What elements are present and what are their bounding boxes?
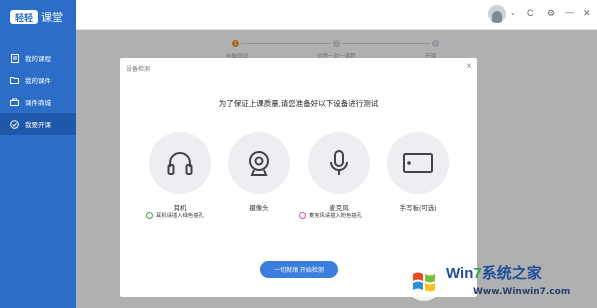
- avatar[interactable]: [488, 5, 506, 23]
- course-icon: [10, 53, 19, 63]
- start-check-button[interactable]: 一切就绪 开始检测: [260, 261, 338, 278]
- sidebar-nav: 我的课程 我的课件 课件商城 我要开课: [0, 47, 76, 135]
- webcam-icon: [228, 132, 290, 194]
- status-text: 麦克风请插入粉色插孔: [309, 213, 362, 219]
- windows-logo-icon: [405, 263, 443, 301]
- device-label: 手写板(可选): [399, 205, 437, 212]
- device-label: 摄像头: [249, 205, 269, 212]
- device-microphone[interactable]: 麦克风: [307, 132, 371, 212]
- watermark: Win7系统之家 Www.Winwin7.com: [400, 258, 597, 308]
- refresh-icon[interactable]: C: [527, 8, 534, 18]
- sidebar-item-label: 我的课件: [25, 78, 51, 85]
- device-tablet[interactable]: 手写板(可选): [386, 132, 450, 212]
- sidebar-item-my-courses[interactable]: 我的课程: [0, 47, 76, 69]
- gear-icon[interactable]: ⚙: [547, 8, 555, 19]
- chevron-down-icon[interactable]: ⌄: [510, 9, 516, 17]
- logo-badge: 轻轻: [10, 10, 38, 24]
- microphone-status: 麦克风请插入粉色插孔: [299, 211, 362, 219]
- device-headphones[interactable]: 耳机: [148, 132, 212, 212]
- sidebar-item-start-class[interactable]: 我要开课: [0, 113, 76, 135]
- sidebar-item-label: 我要开课: [25, 122, 51, 129]
- device-webcam[interactable]: 摄像头: [227, 132, 291, 212]
- dialog-heading: 为了保证上课质量,请您准备好以下设备进行测试: [218, 99, 379, 108]
- dialog-title: 设备检测: [126, 67, 151, 73]
- minimize-icon[interactable]: —: [565, 7, 574, 17]
- sidebar-item-store[interactable]: 课件商城: [0, 91, 76, 113]
- green-ring-icon: [146, 211, 153, 219]
- sidebar: 轻轻 课堂 我的课程 我的课件 课件商城 我要开课: [0, 0, 76, 308]
- app-logo: 轻轻 课堂: [10, 9, 63, 25]
- microphone-icon: [308, 132, 370, 194]
- close-icon[interactable]: ×: [466, 61, 472, 72]
- watermark-url: Www.Winwin7.com: [473, 287, 571, 297]
- sidebar-item-label: 我的课程: [25, 56, 51, 63]
- pink-ring-icon: [299, 211, 306, 219]
- close-icon[interactable]: ✕: [583, 8, 591, 19]
- store-icon: [10, 98, 19, 107]
- tablet-icon: [387, 132, 449, 194]
- sidebar-item-label: 课件商城: [25, 100, 51, 107]
- folder-icon: [10, 76, 19, 85]
- headphones-icon: [149, 132, 211, 194]
- headphones-status: 耳机请插入绿色插孔: [146, 211, 204, 219]
- logo-text: 课堂: [41, 12, 63, 24]
- top-bar: ⌄ C ⚙ — ✕: [76, 0, 597, 30]
- check-circle-icon: [10, 119, 19, 129]
- status-text: 耳机请插入绿色插孔: [156, 213, 204, 219]
- watermark-title: Win7系统之家: [446, 265, 542, 282]
- sidebar-item-my-courseware[interactable]: 我的课件: [0, 69, 76, 91]
